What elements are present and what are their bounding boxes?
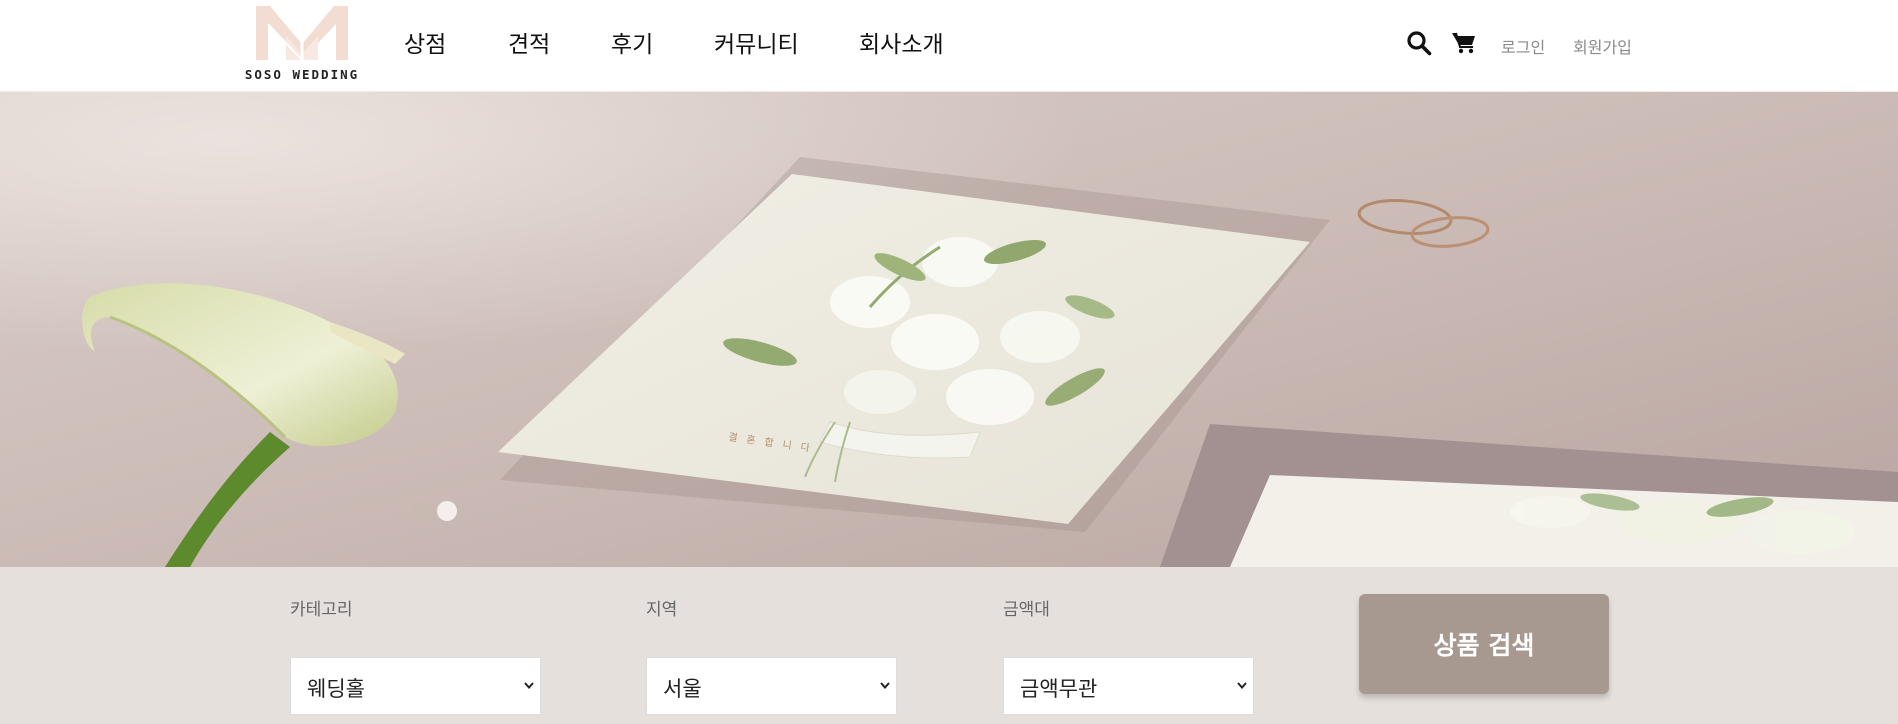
brand-logo[interactable]: SOSO WEDDING: [240, 6, 364, 84]
price-field: 금액대 금액무관: [1003, 597, 1254, 715]
search-icon[interactable]: [1406, 30, 1432, 56]
slide-dot-2[interactable]: [437, 501, 457, 521]
nav-item-about[interactable]: 회사소개: [859, 25, 944, 59]
logo-mark-icon: [256, 6, 348, 60]
chevron-down-icon: [524, 682, 534, 690]
category-field: 카테고리 웨딩홀: [290, 597, 541, 715]
product-search-button[interactable]: 상품 검색: [1359, 594, 1609, 694]
price-select[interactable]: 금액무관: [1003, 657, 1254, 715]
price-value: 금액무관: [1020, 677, 1098, 701]
nav-item-estimate[interactable]: 견적: [508, 25, 611, 59]
site-header: SOSO WEDDING 상점 견적 후기 커뮤니티 회사소개 로그인 회원가입: [0, 0, 1898, 92]
category-value: 웨딩홀: [307, 677, 365, 701]
signup-link[interactable]: 회원가입: [1573, 34, 1632, 58]
price-label: 금액대: [1003, 600, 1050, 620]
nav-item-community[interactable]: 커뮤니티: [714, 25, 859, 59]
region-value: 서울: [663, 677, 702, 701]
category-label: 카테고리: [290, 600, 353, 620]
nav-item-store[interactable]: 상점: [404, 25, 508, 59]
hero-image: 결혼합니다: [0, 92, 1898, 567]
region-label: 지역: [646, 600, 678, 620]
cart-icon[interactable]: [1451, 30, 1477, 56]
slide-dot-1[interactable]: [412, 501, 432, 521]
slide-indicators: [412, 501, 457, 521]
chevron-down-icon: [880, 682, 890, 690]
product-search-bar: 카테고리 웨딩홀 지역 서울 금액대 금액무관 상품 검색: [0, 567, 1898, 724]
category-select[interactable]: 웨딩홀: [290, 657, 541, 715]
nav-item-reviews[interactable]: 후기: [611, 25, 714, 59]
hero-banner: 결혼합니다: [0, 92, 1898, 567]
login-link[interactable]: 로그인: [1501, 34, 1545, 58]
region-field: 지역 서울: [646, 597, 897, 715]
brand-name: SOSO WEDDING: [244, 67, 360, 82]
main-nav: 상점 견적 후기 커뮤니티 회사소개: [404, 24, 944, 60]
chevron-down-icon: [1237, 682, 1247, 690]
region-select[interactable]: 서울: [646, 657, 897, 715]
